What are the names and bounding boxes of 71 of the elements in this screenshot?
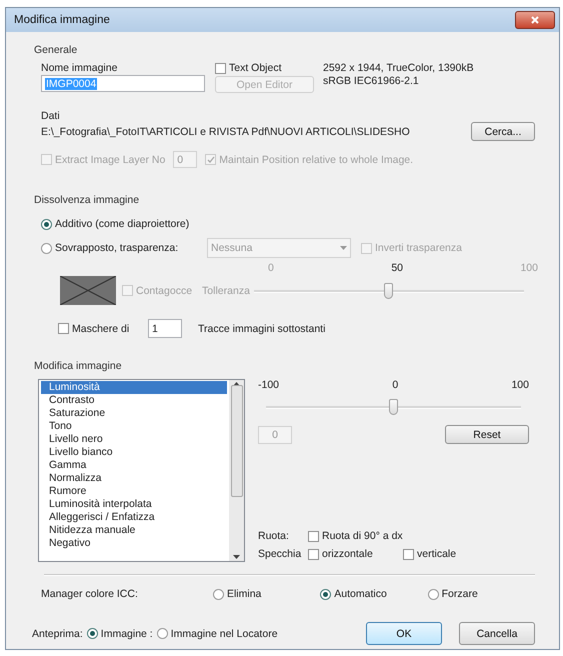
list-item[interactable]: Alleggerisci / Enfatizza [41,511,227,524]
preview-label: Anteprima: [32,628,83,640]
image-info: sRGB IEC61966-2.1 [323,75,420,87]
icc-label: Manager colore ICC: [41,588,139,600]
field-label: Dati [41,110,61,122]
slider-thumb[interactable] [388,399,398,415]
scrollbar-thumb[interactable] [230,384,242,496]
scrollbar[interactable] [229,380,244,561]
list-item[interactable]: Tono [41,420,227,433]
list-item[interactable]: Contrasto [41,394,227,407]
slider-thumb[interactable] [384,282,393,298]
dialog-button[interactable]: Cancella [459,622,535,645]
radio-label[interactable]: Automatico [334,588,387,600]
list-item[interactable]: Normalizza [41,472,227,485]
masks-label: Tracce immagini sottostanti [198,322,326,334]
blend-radio[interactable] [41,218,52,230]
close-button[interactable] [515,11,555,29]
adjustment-slider[interactable] [266,397,521,417]
radio-label[interactable]: Sovrapposto, trasparenza: [55,242,178,254]
scale-label: 50 [391,262,403,274]
mirror-checkbox[interactable]: orizzontale [308,548,403,560]
icc-radio[interactable] [320,588,332,600]
section-heading: Generale [34,44,78,56]
window-title: Modifica immagine [14,14,110,26]
section-heading: Dissolvenza immagine [34,194,140,206]
scale-label: 100 [511,379,529,391]
field-label: Nome immagine [41,62,118,74]
rotate-checkbox[interactable]: Ruota di 90° a dx [308,530,403,542]
path-text: E:\_Fotografia\_FotoIT\ARTICOLI e RIVISTA Pdf\NUOVI ARTICOLI\SLIDESHO [41,126,410,138]
dropdown-arrow-icon [340,246,347,250]
blend-radio[interactable] [41,242,52,254]
scroll-down-icon [233,555,240,559]
list-item[interactable]: Livello bianco [41,446,227,459]
preview-radio[interactable] [156,628,168,639]
scale-label: 0 [268,262,274,274]
browse-button[interactable]: Cerca... [471,122,535,141]
text-object-checkbox[interactable]: Text Object [215,62,323,74]
radio-label[interactable]: Additivo (come diaproiettore) [55,218,190,230]
list-item[interactable]: Livello nero [41,433,227,446]
icc-radio[interactable] [428,588,439,600]
mirror-label: Specchia [258,548,302,560]
placeholder-drawing [60,276,116,305]
adjustment-list[interactable]: Luminosità Contrasto Saturazione Tono Livello nero Livello bianco Gamma Normalizza Rumore Luminosità interpolata Alleggerisci / Enfatizza Nitidezza manuale Negativo [38,379,245,562]
scale-label: 0 [392,379,398,391]
dialog-button[interactable]: OK [366,622,442,645]
masks-checkbox[interactable]: Maschere di [58,322,148,334]
reset-button[interactable]: Reset [445,425,529,444]
list-item[interactable]: Gamma [41,459,227,472]
list-item[interactable]: Nitidezza manuale [41,524,227,537]
check-icon [206,156,215,164]
masks-field[interactable]: 1 [148,319,182,338]
radio-label[interactable]: Immagine : [100,628,153,640]
list-item[interactable]: Saturazione [41,407,227,420]
image-info: 2592 x 1944, TrueColor, 1390kB [323,62,474,74]
preview-radio[interactable] [86,628,98,639]
list-item[interactable]: Rumore [41,485,227,498]
list-item[interactable]: Negativo [41,537,227,550]
list-item[interactable]: Luminosità interpolata [41,498,227,511]
icc-radio[interactable] [212,588,224,600]
tolerance-label: Tolleranza [202,284,250,296]
section-heading: Modifica immagine [34,360,123,372]
list-item[interactable]: Luminosità [41,381,227,394]
tolerance-slider[interactable] [254,280,524,300]
radio-label[interactable]: Forzare [442,588,478,600]
scale-label: -100 [258,379,280,391]
radio-label[interactable]: Elimina [226,588,262,600]
rotate-label: Ruota: [258,530,290,542]
mirror-checkbox[interactable]: verticale [403,548,498,560]
radio-label[interactable]: Immagine nel Locatore [170,628,278,640]
close-icon [531,16,539,24]
scale-label: 100 [520,262,538,274]
